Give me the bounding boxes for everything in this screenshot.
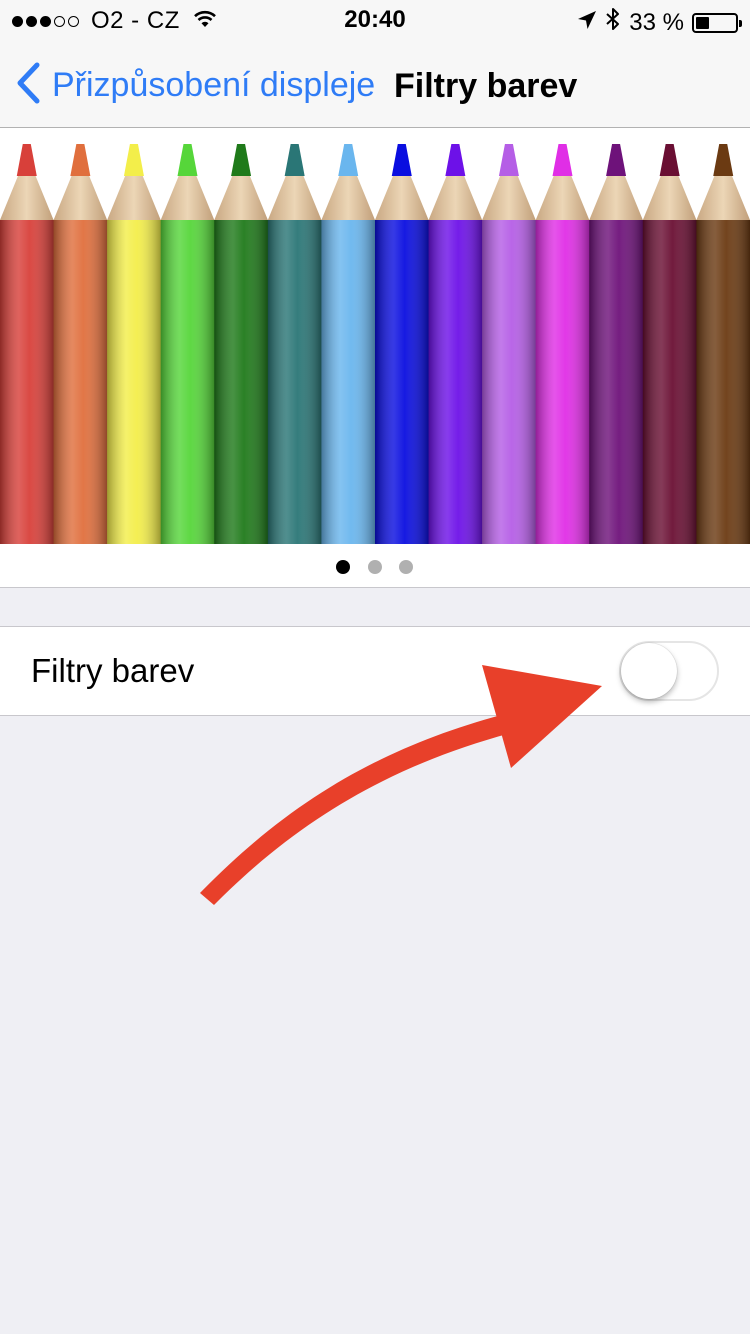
pencil <box>214 144 269 544</box>
pencil <box>482 144 537 544</box>
color-filters-label: Filtry barev <box>31 652 195 689</box>
color-filters-row: Filtry barev <box>0 626 750 716</box>
battery-level <box>696 16 709 29</box>
page-title: Filtry barev <box>394 67 578 105</box>
navigation-bar: Přizpůsobení displeje Filtry barev <box>0 40 750 128</box>
page-dot-3[interactable] <box>399 560 413 574</box>
bluetooth-icon <box>605 7 621 38</box>
pencil <box>428 144 483 544</box>
battery-percent: 33 % <box>629 8 684 36</box>
chevron-left-icon <box>16 62 40 109</box>
pencil <box>267 144 322 544</box>
pencil <box>375 144 430 544</box>
location-arrow-icon <box>577 9 597 37</box>
pencils-illustration <box>0 144 750 544</box>
pencil <box>535 144 590 544</box>
pencil <box>0 144 55 544</box>
page-dot-1[interactable] <box>336 560 350 574</box>
back-button-label: Přizpůsobení displeje <box>52 66 376 104</box>
pencil <box>107 144 162 544</box>
pencil <box>160 144 215 544</box>
page-dot-2[interactable] <box>368 560 382 574</box>
pencil <box>696 144 750 544</box>
toggle-knob <box>621 643 677 699</box>
page-indicator <box>0 544 750 588</box>
battery-icon <box>692 12 742 33</box>
pencil <box>642 144 697 544</box>
status-bar: O2 - CZ 20:40 33 % <box>0 0 750 40</box>
pencil <box>589 144 644 544</box>
back-button[interactable]: Přizpůsobení displeje <box>16 62 375 109</box>
color-pencils-image <box>0 128 750 544</box>
color-filters-toggle[interactable] <box>619 641 719 701</box>
pencil <box>321 144 376 544</box>
pencil <box>53 144 108 544</box>
status-right: 33 % <box>577 7 742 38</box>
